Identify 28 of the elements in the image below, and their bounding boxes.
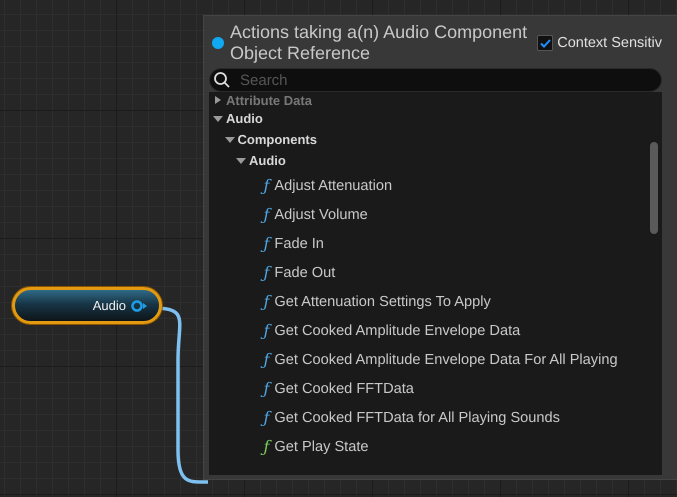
search-icon bbox=[213, 71, 231, 89]
action-item[interactable]: Fade Out bbox=[274, 264, 336, 280]
type-dot bbox=[212, 37, 224, 49]
tree-category[interactable]: Components bbox=[238, 132, 317, 147]
scrollbar-thumb[interactable] bbox=[650, 142, 658, 234]
context-checkbox[interactable] bbox=[537, 35, 554, 51]
action-item[interactable]: Get Play State bbox=[274, 438, 369, 454]
action-item[interactable]: Get Cooked FFTData bbox=[274, 380, 414, 396]
variable-node[interactable]: Audio bbox=[12, 287, 162, 324]
action-item[interactable]: Get Cooked Amplitude Envelope Data bbox=[274, 322, 520, 338]
collapsed-arrow-icon[interactable] bbox=[213, 96, 223, 104]
expanded-arrow-icon[interactable] bbox=[213, 114, 223, 122]
search-field[interactable]: Search bbox=[209, 68, 662, 92]
output-pin-icon[interactable] bbox=[131, 300, 149, 312]
action-item[interactable]: Get Cooked FFTData for All Playing Sounds bbox=[274, 410, 560, 426]
action-item[interactable]: Get Cooked Amplitude Envelope Data For All Playing bbox=[274, 352, 618, 368]
expanded-arrow-icon[interactable] bbox=[236, 156, 246, 164]
tree-category[interactable]: Audio bbox=[249, 153, 286, 168]
action-item[interactable]: Adjust Attenuation bbox=[274, 178, 392, 194]
action-item[interactable]: Fade In bbox=[274, 236, 324, 252]
expanded-arrow-icon[interactable] bbox=[224, 136, 234, 144]
context-label: Context Sensitiv bbox=[557, 35, 662, 51]
tree-category[interactable]: Attribute Data bbox=[226, 92, 312, 108]
tree-category[interactable]: Audio bbox=[226, 111, 263, 126]
action-item[interactable]: Adjust Volume bbox=[274, 206, 368, 222]
node-label: Audio bbox=[92, 298, 126, 313]
menu-title: Actions taking a(n) Audio Component Object Reference bbox=[230, 22, 528, 64]
action-item[interactable]: Get Attenuation Settings To Apply bbox=[274, 294, 491, 310]
